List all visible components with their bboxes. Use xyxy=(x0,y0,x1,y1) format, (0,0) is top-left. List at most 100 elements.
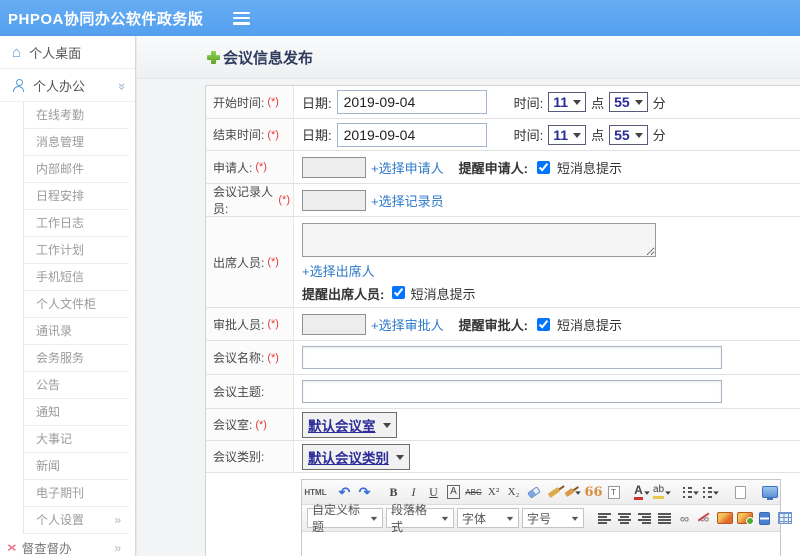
form-row-meeting-name: 会议名称: (*) xyxy=(206,341,800,375)
user-icon xyxy=(12,78,25,92)
redo-button[interactable]: ↷ xyxy=(356,483,373,501)
insert-link-button[interactable]: ∞ xyxy=(676,509,693,527)
image-icon xyxy=(716,512,733,524)
meeting-subject-input[interactable] xyxy=(302,380,722,403)
fullscreen-button[interactable] xyxy=(761,483,778,501)
hamburger-icon xyxy=(233,11,251,14)
align-center-icon xyxy=(618,512,631,524)
unordered-list-button[interactable] xyxy=(703,483,720,501)
paste-button[interactable]: T xyxy=(605,483,622,501)
sidebar-item-announcement[interactable]: 公告 xyxy=(24,372,129,399)
attendees-textarea[interactable] xyxy=(302,223,656,257)
required-mark: (*) xyxy=(267,318,279,330)
strikethrough-button[interactable]: ABC xyxy=(465,483,482,501)
html-source-button[interactable]: HTML xyxy=(304,483,326,501)
italic-button[interactable]: I xyxy=(405,483,422,501)
sidebar-item-schedule[interactable]: 日程安排 xyxy=(24,183,129,210)
blockquote-button[interactable]: 66 xyxy=(584,483,602,501)
image-add-icon xyxy=(736,512,754,525)
caret-down-icon xyxy=(370,516,378,524)
subscript-button[interactable]: X₂ xyxy=(505,483,522,501)
upload-image-button[interactable] xyxy=(736,509,754,527)
font-style-button[interactable]: A xyxy=(447,485,460,499)
heading-style-dropdown[interactable]: 自定义标题 xyxy=(307,503,383,534)
undo-button[interactable]: ↶ xyxy=(336,483,353,501)
meeting-room-select[interactable]: 默认会议室 xyxy=(302,411,397,438)
editor-content-area[interactable] xyxy=(302,532,780,556)
caret-down-icon xyxy=(396,454,404,464)
select-approver-link[interactable]: +选择审批人 xyxy=(371,315,444,334)
sidebar-item-work-plan[interactable]: 工作计划 xyxy=(24,237,129,264)
applicant-input[interactable] xyxy=(302,156,366,178)
sidebar-item-file-cabinet[interactable]: 个人文件柜 xyxy=(24,291,129,318)
sidebar-item-e-journal[interactable]: 电子期刊 xyxy=(24,480,129,507)
table-icon xyxy=(777,512,792,524)
menu-toggle-button[interactable] xyxy=(233,11,251,25)
caret-down-icon xyxy=(713,491,719,497)
sidebar-item-supervision[interactable]: × 督查督办 » xyxy=(0,534,135,556)
remove-format-button[interactable] xyxy=(525,483,542,501)
select-recorder-link[interactable]: +选择记录员 xyxy=(371,191,444,210)
align-justify-icon xyxy=(658,512,671,524)
sidebar-item-personal-desktop[interactable]: ⌂ 个人桌面 xyxy=(0,36,135,69)
paragraph-format-dropdown[interactable]: 段落格式 xyxy=(386,503,454,534)
caret-down-icon xyxy=(506,516,514,524)
sidebar-item-events[interactable]: 大事记 xyxy=(24,426,129,453)
align-justify-button[interactable] xyxy=(656,509,673,527)
font-family-dropdown[interactable]: 字体 xyxy=(457,508,519,528)
end-date-input[interactable] xyxy=(336,122,487,147)
sidebar-item-sms[interactable]: 手机短信 xyxy=(24,264,129,291)
align-center-button[interactable] xyxy=(616,509,633,527)
ordered-list-button[interactable] xyxy=(683,483,700,501)
start-date-input[interactable] xyxy=(336,90,487,114)
select-applicant-link[interactable]: +选择申请人 xyxy=(371,158,444,177)
sidebar-item-attendance[interactable]: 在线考勤 xyxy=(24,102,129,129)
start-hour-select[interactable]: 11 xyxy=(548,92,587,112)
align-right-button[interactable] xyxy=(636,509,653,527)
form-row-end-time: 结束时间:(*) 日期: 时间: 11 点 55 分 xyxy=(206,119,800,151)
field-label: 会议室: xyxy=(213,418,253,432)
font-color-button[interactable]: A xyxy=(634,483,651,501)
editor-toolbar-row1: HTML ↶ ↷ B I U A ABC X² X₂ 66 T A ab xyxy=(302,480,780,505)
select-attendees-link[interactable]: +选择出席人 xyxy=(302,261,375,280)
field-label: 开始时间: xyxy=(213,95,265,110)
app-title: PHPOA协同办公软件政务版 xyxy=(8,10,204,28)
insert-image-button[interactable] xyxy=(716,509,733,527)
sidebar-item-personal-office[interactable]: 个人办公 » xyxy=(0,69,135,102)
start-minute-select[interactable]: 55 xyxy=(609,92,648,112)
caret-down-icon xyxy=(634,132,643,142)
sidebar-item-messages[interactable]: 消息管理 xyxy=(24,129,129,156)
new-page-button[interactable] xyxy=(732,483,749,501)
form-row-meeting-category: 会议类别: 默认会议类别 xyxy=(206,441,800,473)
sms-remind-checkbox[interactable] xyxy=(391,286,405,299)
sidebar-item-personal-settings[interactable]: 个人设置 » xyxy=(24,507,129,534)
meeting-category-select[interactable]: 默认会议类别 xyxy=(302,443,410,470)
end-minute-select[interactable]: 55 xyxy=(609,124,648,145)
form-row-recorder: 会议记录人员: (*) +选择记录员 xyxy=(206,184,800,217)
page-break-button[interactable] xyxy=(756,509,773,527)
sidebar-item-news[interactable]: 新闻 xyxy=(24,453,129,480)
superscript-button[interactable]: X² xyxy=(485,483,502,501)
highlight-color-button[interactable]: ab xyxy=(652,483,671,501)
sidebar-item-internal-mail[interactable]: 内部邮件 xyxy=(24,156,129,183)
underline-button[interactable]: U xyxy=(425,483,442,501)
auto-format-button[interactable] xyxy=(564,483,582,501)
sidebar-item-meeting-service[interactable]: 会务服务 xyxy=(24,345,129,372)
insert-table-button[interactable] xyxy=(776,509,793,527)
sms-remind-checkbox[interactable] xyxy=(536,160,550,174)
main-content: 会议信息发布 开始时间:(*) 日期: 时间: 11 点 55 分 结束时间:(… xyxy=(137,36,800,556)
align-left-button[interactable] xyxy=(596,509,613,527)
form-row-attendees: 出席人员: (*) +选择出席人 提醒出席人员: 短消息提示 xyxy=(206,217,800,308)
approver-input[interactable] xyxy=(302,313,366,335)
sms-remind-checkbox[interactable] xyxy=(536,317,550,331)
sidebar-item-work-log[interactable]: 工作日志 xyxy=(24,210,129,237)
meeting-name-input[interactable] xyxy=(302,346,722,369)
font-size-dropdown[interactable]: 字号 xyxy=(522,508,584,528)
sidebar-item-contacts[interactable]: 通讯录 xyxy=(24,318,129,345)
recorder-input[interactable] xyxy=(302,189,366,211)
remove-link-button[interactable]: ∞ xyxy=(696,509,713,527)
bold-button[interactable]: B xyxy=(385,483,402,501)
sidebar-item-notice[interactable]: 通知 xyxy=(24,399,129,426)
format-painter-button[interactable] xyxy=(545,483,562,501)
end-hour-select[interactable]: 11 xyxy=(548,124,587,145)
